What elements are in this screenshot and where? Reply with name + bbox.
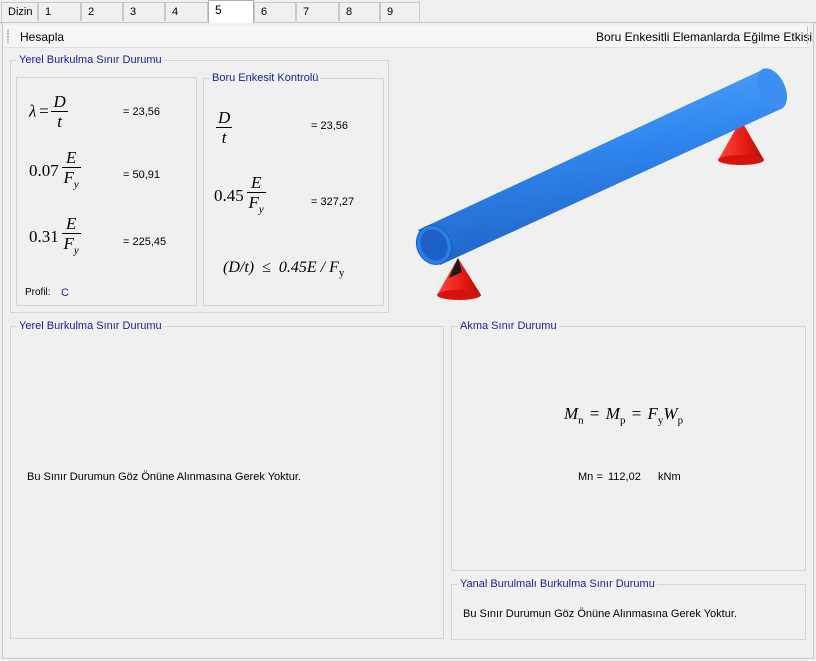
tab-label: 9: [387, 6, 394, 18]
lower-local-buckling-message: Bu Sınır Durumun Göz Önüne Alınmasına Ge…: [27, 471, 301, 483]
tab-1[interactable]: 1: [38, 2, 81, 21]
tab-6[interactable]: 6: [254, 2, 296, 21]
limit1-formula: 0.07 E Fy: [29, 148, 81, 194]
tab-label: 8: [346, 6, 353, 18]
pipe-dt-formula: D t: [216, 108, 233, 147]
e-over-fy: E Fy: [61, 148, 81, 194]
coefficient: 0.45: [214, 186, 244, 206]
condition-operator: ≤: [262, 259, 271, 276]
pipe-dt-value: = 23,56: [311, 120, 349, 132]
numerator: E: [65, 148, 77, 167]
limit1-value: = 50,91: [123, 169, 161, 181]
plastic-moment-formula: Mn = Mp = FyWp: [564, 404, 684, 427]
tab-label: Dizin: [8, 6, 33, 18]
profile-label: Profil:: [25, 287, 51, 298]
f-symbol: F: [63, 168, 74, 187]
e-over-fy: E Fy: [61, 214, 81, 260]
tab-7[interactable]: 7: [296, 2, 339, 21]
tab-label: 7: [303, 6, 310, 18]
tab-5[interactable]: 5: [208, 0, 254, 23]
m-symbol: M: [605, 404, 620, 423]
tab-3[interactable]: 3: [123, 2, 165, 21]
mn-value: 112,02: [608, 471, 641, 483]
limit2-value: = 225,45: [123, 236, 167, 248]
left-support-icon: [437, 258, 481, 300]
tab-dizin[interactable]: Dizin: [1, 2, 38, 21]
e-over-fy: E Fy: [246, 173, 266, 219]
n-subscript: n: [578, 414, 584, 427]
w-symbol: W: [663, 404, 678, 423]
p-subscript: p: [619, 414, 626, 427]
denominator: Fy: [246, 192, 266, 219]
numerator: D: [53, 92, 66, 111]
limit2-formula: 0.31 E Fy: [29, 214, 81, 260]
local-buckling-legend: Yerel Burkulma Sınır Durumu: [17, 54, 164, 66]
mn-unit: kNm: [658, 471, 681, 483]
numerator: E: [250, 173, 262, 192]
mn-label: Mn =: [578, 471, 603, 483]
coefficient: 0.07: [29, 161, 59, 181]
pipe-body: [415, 68, 788, 265]
tab-label: 2: [88, 6, 95, 18]
page-title: Boru Enkesitli Elemanlarda Eğilme Etkisi: [596, 30, 813, 44]
p-subscript: p: [677, 414, 684, 427]
condition-left: (D/t): [223, 259, 255, 276]
tab-4[interactable]: 4: [165, 2, 208, 21]
calculate-button[interactable]: Hesapla: [20, 30, 64, 44]
toolbar-grip-icon[interactable]: [7, 29, 9, 43]
f-symbol: F: [647, 404, 658, 423]
tab-label: 6: [261, 6, 268, 18]
yield-legend: Akma Sınır Durumu: [458, 320, 559, 332]
y-subscript: y: [73, 178, 79, 191]
ltb-message: Bu Sınır Durumun Göz Önüne Alınmasına Ge…: [463, 608, 737, 620]
y-subscript: y: [258, 203, 264, 216]
numerator: E: [65, 214, 77, 233]
ltb-legend: Yanal Burulmalı Burkulma Sınır Durumu: [458, 578, 657, 590]
f-symbol: F: [248, 193, 259, 212]
lambda-formula: λ = D t: [29, 92, 68, 131]
tab-label: 1: [45, 6, 52, 18]
tab-bar: Dizin 1 2 3 4 5 6 7 8 9: [0, 0, 816, 23]
pipe-limit-value: = 327,27: [311, 196, 355, 208]
profile-value: C: [61, 287, 69, 299]
f-symbol: F: [63, 234, 74, 253]
condition-right: 0.45E / F: [278, 259, 339, 276]
m-symbol: M: [564, 404, 579, 423]
lambda-symbol: λ: [29, 101, 37, 121]
pipe-check-legend: Boru Enkesit Kontrolü: [210, 72, 321, 84]
d-over-t: D t: [216, 108, 233, 147]
tab-2[interactable]: 2: [81, 2, 123, 21]
yield-group: Akma Sınır Durumu: [451, 320, 806, 571]
y-subscript: y: [73, 244, 79, 257]
d-over-t: D t: [51, 92, 68, 131]
lambda-value: = 23,56: [123, 106, 161, 118]
condition-subscript: y: [338, 267, 345, 280]
tab-9[interactable]: 9: [380, 2, 420, 21]
tab-8[interactable]: 8: [339, 2, 380, 21]
pipe-illustration: [415, 68, 788, 300]
tab-label: 3: [130, 6, 137, 18]
tab-label: 4: [172, 6, 179, 18]
coefficient: 0.31: [29, 227, 59, 247]
toolbar-separator: [807, 26, 808, 44]
pipe-limit-formula: 0.45 E Fy: [214, 173, 266, 219]
denominator: t: [51, 111, 68, 131]
lower-local-buckling-legend: Yerel Burkulma Sınır Durumu: [17, 320, 164, 332]
denominator: t: [216, 127, 233, 147]
numerator: D: [218, 108, 231, 127]
tab-label: 5: [215, 3, 222, 17]
denominator: Fy: [61, 233, 81, 260]
denominator: Fy: [61, 167, 81, 194]
slenderness-condition: (D/t) ≤ 0.45E / Fy: [223, 259, 344, 279]
